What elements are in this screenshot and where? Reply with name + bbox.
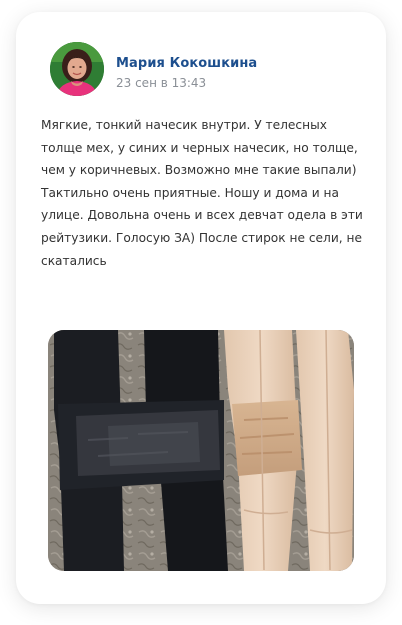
review-photo[interactable] xyxy=(48,330,354,571)
leggings-photo-icon xyxy=(48,330,354,571)
review-card: Мария Кокошкина 23 сен в 13:43 Мягкие, т… xyxy=(16,12,386,604)
review-text: Мягкие, тонкий начесик внутри. У телесны… xyxy=(41,118,363,268)
author-avatar[interactable] xyxy=(50,42,104,96)
review-date: 23 сен в 13:43 xyxy=(116,76,207,90)
author-name[interactable]: Мария Кокошкина xyxy=(116,56,257,71)
avatar-photo-icon xyxy=(50,42,104,96)
